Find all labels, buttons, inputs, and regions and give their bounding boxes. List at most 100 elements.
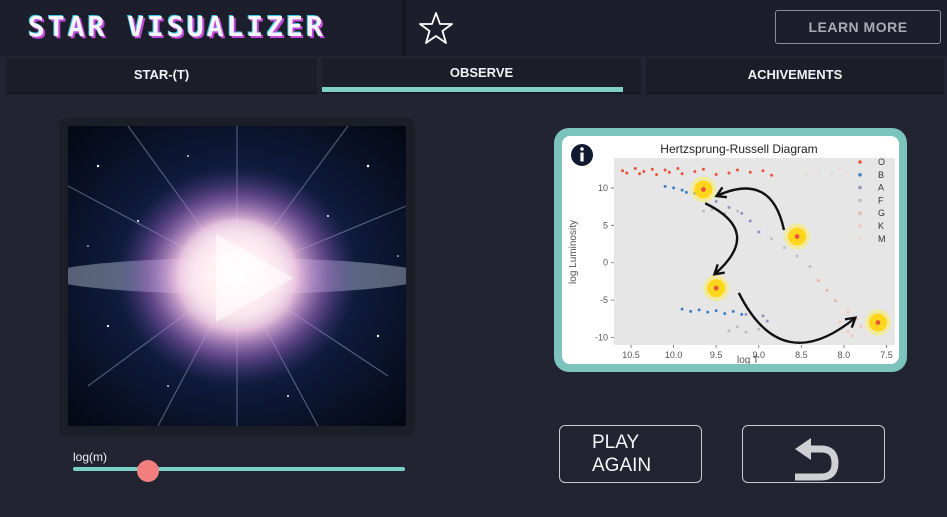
data-point	[667, 170, 671, 174]
data-point	[808, 264, 812, 268]
data-point	[727, 171, 731, 175]
data-point	[850, 334, 854, 338]
y-tick-label: 5	[603, 220, 608, 230]
data-point	[621, 169, 625, 173]
data-point	[680, 188, 684, 192]
undo-button[interactable]	[742, 425, 885, 483]
data-point	[748, 219, 752, 223]
data-point	[714, 172, 718, 176]
slider-label: log(m)	[73, 450, 108, 464]
undo-icon	[795, 438, 839, 481]
legend-marker	[858, 211, 862, 215]
x-tick-label: 9.5	[710, 350, 723, 360]
highlighted-star-core	[794, 234, 800, 239]
legend-label: F	[878, 195, 884, 205]
data-point	[744, 330, 748, 334]
legend-label: O	[878, 157, 885, 167]
tab-observe-label: OBSERVE	[449, 65, 514, 80]
data-point	[633, 166, 637, 170]
data-point	[625, 171, 629, 175]
data-point	[757, 327, 761, 331]
x-tick-label: 8.5	[795, 350, 808, 360]
tab-bar: STAR-(T) OBSERVE ACHIVEMENTS	[0, 58, 947, 96]
chart-title: Hertzsprung-Russell Diagram	[660, 142, 817, 156]
data-point	[770, 237, 774, 241]
mass-slider-thumb[interactable]	[137, 460, 159, 482]
data-point	[765, 319, 769, 323]
data-point	[697, 308, 701, 312]
data-point	[731, 309, 735, 313]
data-point	[701, 167, 705, 171]
data-point	[735, 209, 739, 213]
learn-more-button[interactable]: LEARN MORE	[775, 10, 941, 44]
data-point	[838, 167, 842, 171]
data-point	[846, 310, 850, 314]
data-point	[684, 190, 688, 194]
data-point	[680, 307, 684, 311]
data-point	[723, 312, 727, 316]
data-point	[693, 169, 697, 173]
x-tick-label: 7.5	[880, 350, 893, 360]
title-divider	[402, 0, 406, 56]
data-point	[701, 209, 705, 213]
data-point	[676, 166, 680, 170]
info-icon[interactable]	[571, 144, 593, 166]
data-point	[735, 325, 739, 329]
data-point	[672, 186, 676, 190]
data-point	[680, 172, 684, 176]
tab-star-t[interactable]: STAR-(T)	[6, 58, 317, 94]
data-point	[744, 312, 748, 316]
x-tick-label: 10.5	[622, 350, 640, 360]
x-axis-label: log T	[737, 355, 759, 364]
data-point	[689, 309, 693, 313]
data-point	[740, 312, 744, 316]
y-tick-label: -10	[595, 333, 608, 343]
data-point	[838, 320, 842, 324]
legend-marker	[858, 173, 862, 177]
star-outline-icon[interactable]	[418, 10, 454, 46]
data-point	[770, 173, 774, 177]
data-point	[706, 310, 710, 314]
legend-marker	[858, 237, 862, 241]
video-player[interactable]	[68, 126, 406, 426]
legend-marker	[858, 224, 862, 228]
play-again-label-line2: AGAIN	[592, 455, 652, 476]
data-point	[740, 211, 744, 215]
data-point	[757, 230, 761, 234]
data-point	[638, 172, 642, 176]
play-again-label-line1: PLAY	[592, 432, 640, 453]
play-again-button[interactable]: PLAY AGAIN	[559, 425, 702, 483]
active-tab-indicator	[322, 87, 623, 92]
app-title: STAR VISUALIZER	[28, 10, 326, 43]
data-point	[663, 184, 667, 188]
legend-label: M	[878, 234, 886, 244]
y-axis-label: log Luminosity	[568, 220, 579, 284]
data-point	[714, 199, 718, 203]
legend-label: B	[878, 170, 884, 180]
legend-label: K	[878, 221, 884, 231]
y-tick-label: 10	[598, 183, 608, 193]
highlighted-star-core	[875, 320, 881, 325]
y-tick-label: -5	[600, 295, 608, 305]
data-point	[727, 205, 731, 209]
tab-achievements[interactable]: ACHIVEMENTS	[646, 58, 944, 94]
data-point	[748, 170, 752, 174]
legend-marker	[858, 198, 862, 203]
legend-marker	[858, 185, 862, 190]
legend-label: A	[878, 183, 884, 193]
data-point	[829, 172, 833, 176]
data-point	[782, 246, 786, 250]
data-point	[859, 324, 863, 328]
data-point	[846, 306, 850, 310]
data-point	[735, 168, 739, 172]
data-point	[650, 167, 654, 171]
mass-slider-track[interactable]	[73, 467, 405, 471]
y-tick-label: 0	[603, 258, 608, 268]
data-point	[816, 169, 820, 173]
data-point	[761, 314, 765, 318]
data-point	[795, 254, 799, 258]
data-point	[816, 279, 820, 283]
data-point	[804, 172, 808, 176]
data-point	[714, 309, 718, 313]
legend-marker	[858, 160, 862, 164]
